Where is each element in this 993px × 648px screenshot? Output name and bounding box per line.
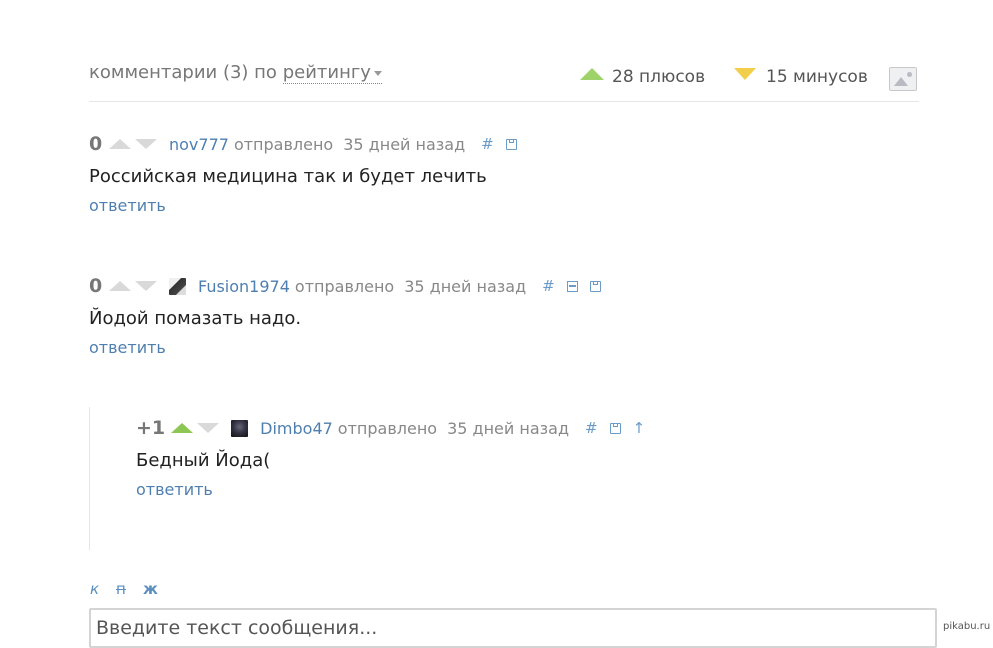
comment-author[interactable]: nov777 bbox=[169, 135, 229, 154]
sent-label: отправлено bbox=[233, 134, 334, 154]
comment-meta: 0 Fusion1974 отправлено 35 дней назад # bbox=[89, 275, 613, 297]
vote-down-button[interactable] bbox=[135, 281, 157, 291]
sort-dropdown[interactable]: рейтингу bbox=[282, 62, 382, 84]
chevron-down-icon bbox=[373, 70, 382, 76]
sort-label: рейтингу bbox=[282, 62, 371, 83]
comment-rating: 0 bbox=[89, 133, 103, 155]
pluses-counter: 28 плюсов bbox=[580, 67, 705, 87]
save-icon[interactable] bbox=[589, 280, 601, 292]
comment-date: 35 дней назад bbox=[404, 276, 527, 296]
permalink-hash[interactable]: # bbox=[542, 277, 555, 295]
message-input[interactable] bbox=[89, 608, 937, 648]
comment-text: Йодой помазать надо. bbox=[89, 308, 302, 329]
header-divider bbox=[89, 101, 919, 102]
comment-rating: +1 bbox=[136, 417, 166, 439]
bold-button[interactable]: ж bbox=[143, 580, 158, 598]
comment: 0 Fusion1974 отправлено 35 дней назад # … bbox=[89, 275, 613, 357]
comments-count-label: комментарии (3) по bbox=[89, 62, 277, 83]
collapse-icon[interactable] bbox=[566, 280, 578, 292]
comment-meta: +1 Dimbo47 отправлено 35 дней назад # ↑ bbox=[136, 417, 657, 439]
comment: 0 nov777 отправлено 35 дней назад # Росс… bbox=[89, 133, 529, 215]
comment-author[interactable]: Fusion1974 bbox=[198, 277, 290, 296]
reply-link[interactable]: ответить bbox=[89, 338, 613, 357]
comment-text: Бедный Йода( bbox=[136, 450, 271, 471]
go-to-parent-icon[interactable]: ↑ bbox=[633, 419, 646, 437]
comment-rating: 0 bbox=[89, 275, 103, 297]
minuses-label: 15 минусов bbox=[766, 67, 868, 87]
vote-down-button[interactable] bbox=[135, 139, 157, 149]
avatar[interactable] bbox=[169, 277, 186, 295]
sent-label: отправлено bbox=[294, 276, 395, 296]
save-icon[interactable] bbox=[505, 138, 517, 150]
vote-up-button[interactable] bbox=[109, 139, 131, 149]
plus-arrow-icon bbox=[580, 68, 604, 80]
comment-meta: 0 nov777 отправлено 35 дней назад # bbox=[89, 133, 529, 155]
permalink-hash[interactable]: # bbox=[585, 419, 598, 437]
comment-date: 35 дней назад bbox=[343, 134, 466, 154]
comment-author[interactable]: Dimbo47 bbox=[260, 419, 333, 438]
vote-down-button[interactable] bbox=[197, 423, 220, 433]
avatar[interactable] bbox=[231, 419, 249, 437]
watermark: pikabu.ru bbox=[943, 621, 991, 632]
strike-button[interactable]: п bbox=[116, 580, 126, 598]
thread-line bbox=[89, 407, 90, 550]
save-icon[interactable] bbox=[609, 422, 621, 434]
reply-link[interactable]: ответить bbox=[136, 480, 657, 499]
sent-label: отправлено bbox=[337, 418, 438, 438]
italic-button[interactable]: к bbox=[90, 580, 99, 598]
comments-header: комментарии (3) по рейтингу bbox=[89, 62, 382, 84]
vote-up-button[interactable] bbox=[171, 423, 194, 433]
comment-text: Российская медицина так и будет лечить bbox=[89, 166, 487, 187]
reply-link[interactable]: ответить bbox=[89, 196, 529, 215]
minus-arrow-icon bbox=[734, 68, 756, 80]
comment-date: 35 дней назад bbox=[447, 418, 570, 438]
minuses-counter: 15 минусов bbox=[734, 67, 868, 87]
vote-up-button[interactable] bbox=[109, 281, 131, 291]
permalink-hash[interactable]: # bbox=[481, 135, 494, 153]
comment: +1 Dimbo47 отправлено 35 дней назад # ↑ … bbox=[136, 417, 657, 499]
image-toggle-icon[interactable] bbox=[889, 67, 917, 91]
pluses-label: 28 плюсов bbox=[612, 67, 706, 87]
